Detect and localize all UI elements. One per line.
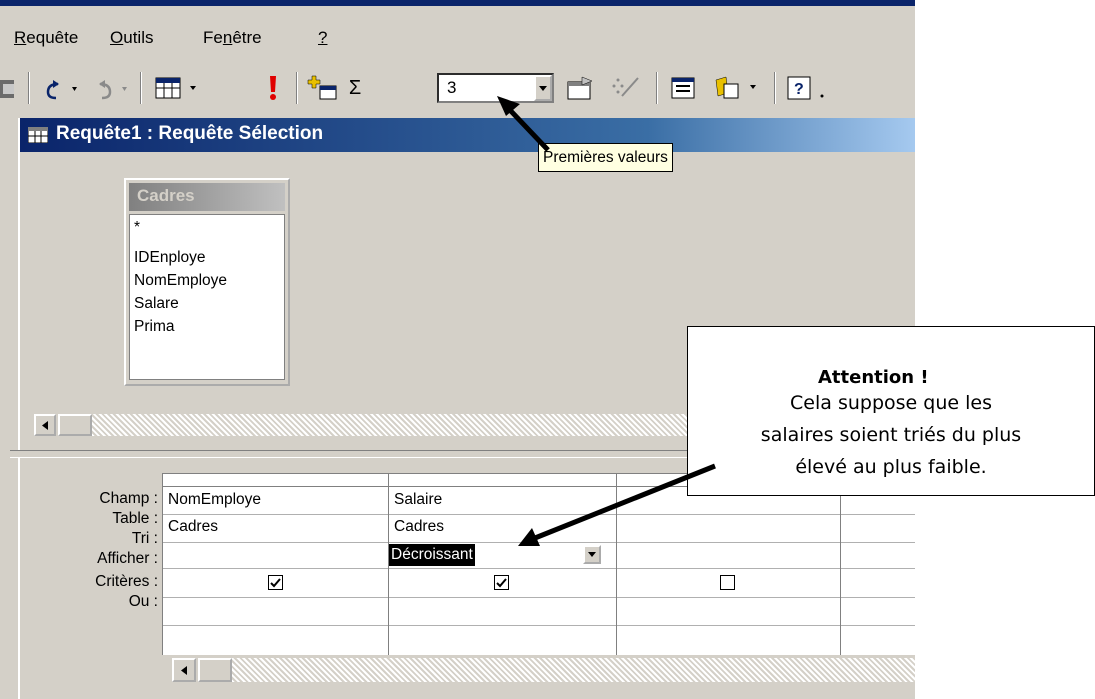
menu-fenetre[interactable]: Fenêtre [203, 28, 262, 48]
scroll-thumb[interactable] [198, 658, 232, 682]
show-checkbox[interactable] [494, 575, 509, 590]
grid-line [162, 514, 915, 515]
checkmark-icon [270, 577, 281, 587]
callout-line: Cela suppose que les [790, 392, 992, 414]
scroll-left-button[interactable] [34, 414, 56, 436]
field-item[interactable]: IDEnploye [134, 249, 206, 267]
callout-title: Attention ! [818, 367, 929, 388]
grid-line [162, 473, 163, 655]
top-values-input[interactable]: 3 [447, 78, 456, 98]
redo-icon[interactable] [90, 74, 134, 102]
grid-cell-field[interactable]: Salaire [394, 491, 442, 509]
chevron-left-icon [181, 665, 187, 675]
scroll-left-button[interactable] [172, 658, 196, 682]
field-item[interactable]: Prima [134, 318, 174, 336]
field-list[interactable]: * IDEnploye NomEmploye Salare Prima [129, 214, 285, 380]
new-object-icon[interactable] [710, 74, 766, 102]
field-item[interactable]: NomEmploye [134, 272, 227, 290]
row-label-criteres: Critères : [95, 573, 158, 590]
show-table-icon[interactable] [306, 74, 340, 102]
top-values-combo[interactable]: 3 [437, 73, 554, 103]
sort-dropdown-button[interactable] [583, 545, 601, 564]
callout-body: Cela suppose que les salaires soient tri… [688, 387, 1094, 483]
query-window-title: Requête1 : Requête Sélection [56, 123, 324, 144]
toolbar-separator [656, 72, 658, 104]
row-label-afficher: Afficher : [97, 550, 158, 567]
chevron-left-icon [42, 420, 48, 430]
paste-icon[interactable] [0, 74, 18, 102]
properties-icon[interactable] [564, 74, 600, 102]
undo-icon[interactable] [40, 74, 84, 102]
show-checkbox[interactable] [720, 575, 735, 590]
sort-value[interactable]: Décroissant [389, 544, 475, 566]
menu-bar: Requête Outils Fenêtre ? [0, 6, 915, 56]
row-label-tri: Tri : [131, 530, 158, 547]
row-label-table: Table : [112, 510, 158, 527]
field-item[interactable]: Salare [134, 295, 179, 313]
scroll-thumb[interactable] [58, 414, 92, 436]
toolbar: Σ 3 ? [0, 56, 915, 116]
menu-outils[interactable]: Outils [110, 28, 153, 48]
totals-icon[interactable]: Σ [340, 74, 370, 102]
annotation-callout: Attention ! Cela suppose que les salaire… [687, 326, 1095, 496]
menu-requete[interactable]: Requête [14, 28, 78, 48]
table-cadres[interactable]: Cadres * IDEnploye NomEmploye Salare Pri… [124, 178, 290, 386]
row-label-ou: Ou : [128, 593, 158, 610]
grid-line [616, 473, 617, 655]
grid-scrollbar[interactable] [172, 658, 915, 682]
run-icon[interactable] [258, 74, 288, 102]
row-label-champ: Champ : [99, 490, 158, 507]
svg-text:?: ? [794, 81, 804, 98]
database-window-icon[interactable] [668, 74, 704, 102]
show-checkbox[interactable] [268, 575, 283, 590]
build-icon[interactable] [608, 74, 644, 102]
grid-line [840, 473, 841, 655]
help-icon[interactable]: ? [784, 74, 832, 102]
table-name: Cadres [137, 186, 195, 205]
toolbar-separator [774, 72, 776, 104]
grid-cell-field[interactable]: NomEmploye [168, 491, 261, 509]
query-icon [28, 127, 48, 143]
checkmark-icon [496, 577, 507, 587]
grid-line [162, 625, 915, 626]
grid-cell-table[interactable]: Cadres [168, 518, 218, 536]
tooltip: Premières valeurs [538, 143, 673, 172]
sort-select[interactable]: Décroissant [389, 543, 615, 567]
callout-line: salaires soient triés du plus [760, 424, 1022, 446]
scroll-track[interactable] [232, 658, 915, 682]
query-type-icon[interactable] [150, 74, 206, 102]
top-values-dropdown-button[interactable] [534, 75, 552, 101]
chevron-down-icon [539, 85, 547, 91]
chevron-down-icon [588, 552, 596, 557]
field-item[interactable]: * [134, 219, 140, 237]
callout-line: élevé au plus faible. [795, 456, 987, 478]
toolbar-separator [296, 72, 298, 104]
grid-cell-table[interactable]: Cadres [394, 518, 444, 536]
table-title-bar[interactable]: Cadres [129, 183, 285, 211]
grid-line [162, 568, 915, 569]
menu-help[interactable]: ? [318, 28, 327, 48]
toolbar-separator [140, 72, 142, 104]
grid-line [162, 597, 915, 598]
toolbar-separator [28, 72, 30, 104]
query-title-bar[interactable]: Requête1 : Requête Sélection [20, 118, 915, 152]
